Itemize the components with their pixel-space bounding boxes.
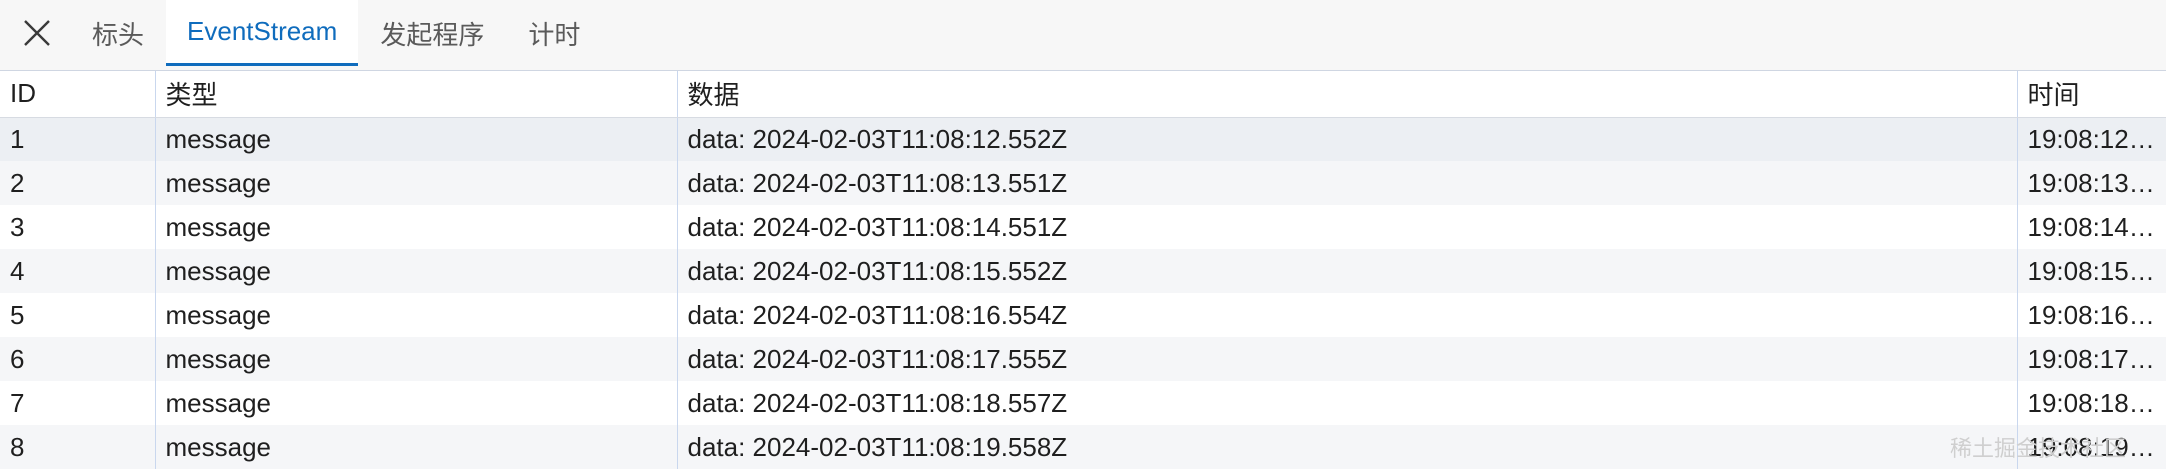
table-row[interactable]: 7 message data: 2024-02-03T11:08:18.557Z…: [0, 381, 2166, 425]
tab-eventstream[interactable]: EventStream: [166, 0, 359, 66]
close-button[interactable]: [4, 0, 70, 66]
cell-id: 2: [0, 161, 156, 205]
column-header-time[interactable]: 时间: [2017, 71, 2166, 118]
cell-time: 19:08:18.…: [2017, 381, 2166, 425]
cell-time: 19:08:12.…: [2017, 117, 2166, 161]
table-row[interactable]: 1 message data: 2024-02-03T11:08:12.552Z…: [0, 117, 2166, 161]
column-header-data[interactable]: 数据: [677, 71, 2018, 118]
column-header-type[interactable]: 类型: [155, 71, 678, 118]
cell-id: 4: [0, 249, 156, 293]
cell-type: message: [155, 161, 678, 205]
cell-type: message: [155, 205, 678, 249]
cell-data: data: 2024-02-03T11:08:18.557Z: [677, 381, 2018, 425]
cell-time: 19:08:13.…: [2017, 161, 2166, 205]
cell-type: message: [155, 293, 678, 337]
cell-data: data: 2024-02-03T11:08:19.558Z: [677, 425, 2018, 469]
cell-type: message: [155, 425, 678, 469]
cell-id: 5: [0, 293, 156, 337]
table-row[interactable]: 3 message data: 2024-02-03T11:08:14.551Z…: [0, 205, 2166, 249]
eventstream-grid: ID 类型 数据 时间 1 message data: 2024-02-03T1…: [0, 71, 2166, 469]
column-header-id[interactable]: ID: [0, 71, 156, 118]
tab-bar: 标头 EventStream 发起程序 计时: [0, 0, 2166, 71]
tab-headers[interactable]: 标头: [70, 0, 166, 66]
cell-id: 1: [0, 117, 156, 161]
cell-data: data: 2024-02-03T11:08:13.551Z: [677, 161, 2018, 205]
table-row[interactable]: 8 message data: 2024-02-03T11:08:19.558Z…: [0, 425, 2166, 469]
tab-timing[interactable]: 计时: [506, 0, 602, 66]
table-row[interactable]: 4 message data: 2024-02-03T11:08:15.552Z…: [0, 249, 2166, 293]
cell-data: data: 2024-02-03T11:08:14.551Z: [677, 205, 2018, 249]
cell-data: data: 2024-02-03T11:08:17.555Z: [677, 337, 2018, 381]
cell-data: data: 2024-02-03T11:08:16.554Z: [677, 293, 2018, 337]
cell-time: 19:08:19.…: [2017, 425, 2166, 469]
eventstream-table: ID 类型 数据 时间 1 message data: 2024-02-03T1…: [0, 71, 2166, 469]
close-icon: [24, 20, 50, 46]
table-row[interactable]: 2 message data: 2024-02-03T11:08:13.551Z…: [0, 161, 2166, 205]
cell-id: 7: [0, 381, 156, 425]
cell-type: message: [155, 381, 678, 425]
cell-time: 19:08:15.…: [2017, 249, 2166, 293]
cell-time: 19:08:16.…: [2017, 293, 2166, 337]
cell-type: message: [155, 117, 678, 161]
cell-data: data: 2024-02-03T11:08:12.552Z: [677, 117, 2018, 161]
cell-id: 8: [0, 425, 156, 469]
cell-time: 19:08:17.…: [2017, 337, 2166, 381]
cell-id: 6: [0, 337, 156, 381]
cell-type: message: [155, 249, 678, 293]
table-row[interactable]: 6 message data: 2024-02-03T11:08:17.555Z…: [0, 337, 2166, 381]
tab-initiator[interactable]: 发起程序: [358, 0, 506, 66]
cell-time: 19:08:14.…: [2017, 205, 2166, 249]
table-row[interactable]: 5 message data: 2024-02-03T11:08:16.554Z…: [0, 293, 2166, 337]
cell-data: data: 2024-02-03T11:08:15.552Z: [677, 249, 2018, 293]
cell-type: message: [155, 337, 678, 381]
header-row: ID 类型 数据 时间: [0, 71, 2166, 118]
cell-id: 3: [0, 205, 156, 249]
